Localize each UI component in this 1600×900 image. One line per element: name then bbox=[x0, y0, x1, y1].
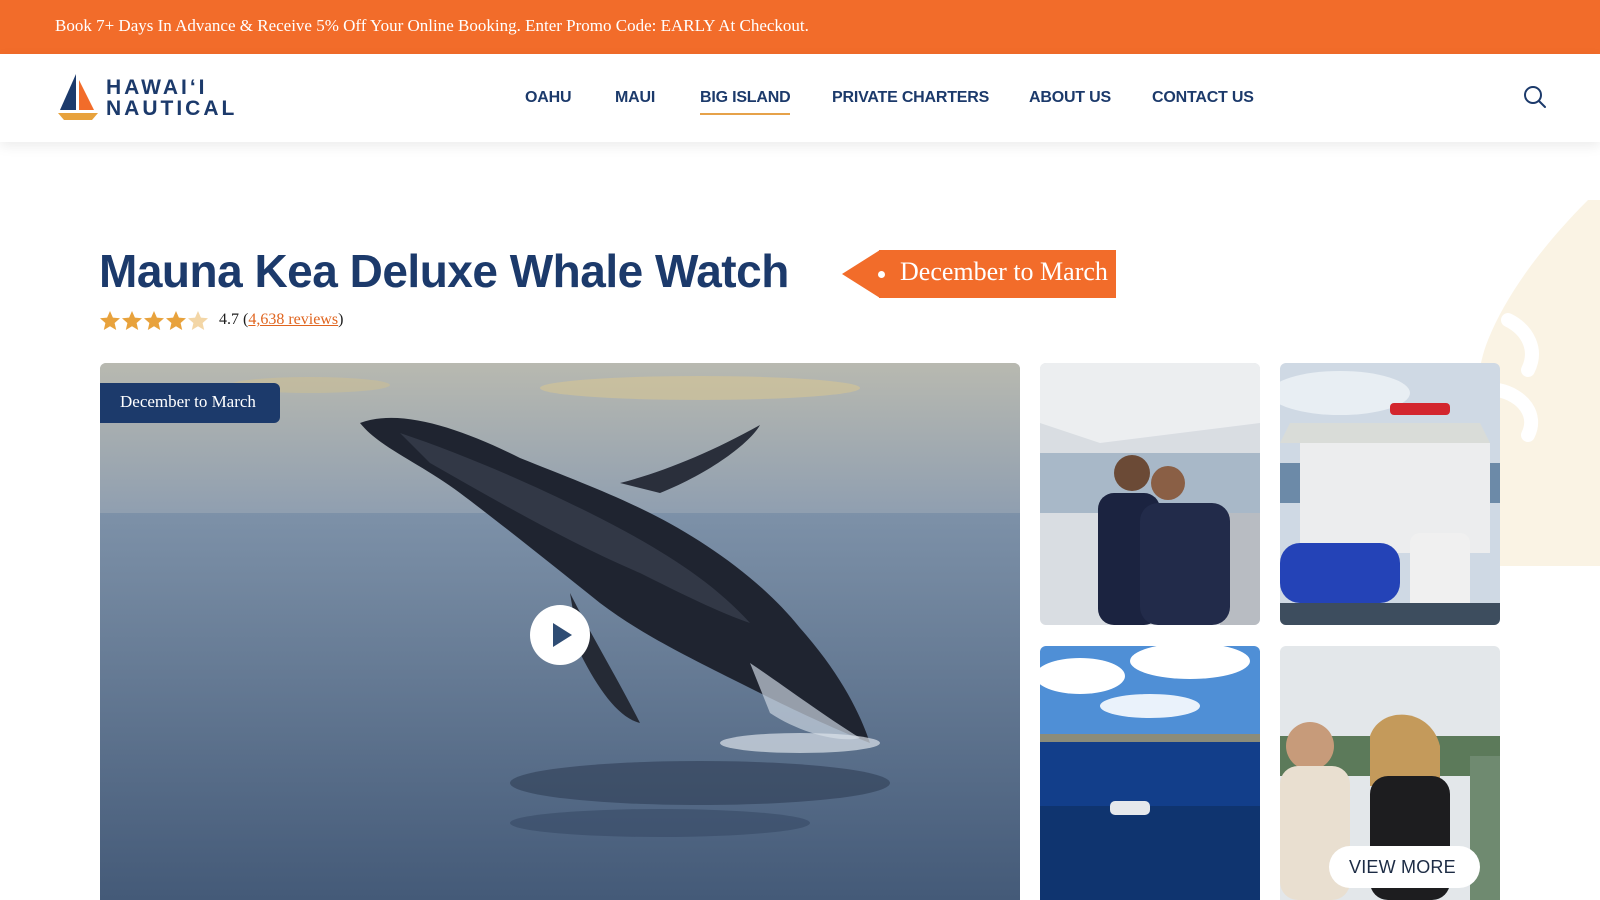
nav-item-about-us[interactable]: ABOUT US bbox=[1029, 89, 1111, 107]
photo-season-badge-text: December to March bbox=[120, 392, 256, 411]
view-more-label: VIEW MORE bbox=[1349, 857, 1456, 877]
reviews-link[interactable]: 4,638 reviews bbox=[248, 311, 338, 328]
crew-photo bbox=[1040, 363, 1260, 625]
promo-banner: Book 7+ Days In Advance & Receive 5% Off… bbox=[0, 0, 1600, 54]
site-header: HAWAI‘I NAUTICAL OAHU MAUI BIG ISLAND PR… bbox=[0, 54, 1600, 142]
boat-photo bbox=[1280, 363, 1500, 625]
brand-logo[interactable]: HAWAI‘I NAUTICAL bbox=[56, 72, 256, 126]
season-tag-dot bbox=[878, 271, 885, 278]
sailboat-logo-icon bbox=[58, 74, 98, 120]
brand-name-line1: HAWAI‘I bbox=[106, 76, 208, 99]
search-icon[interactable] bbox=[1522, 84, 1548, 110]
tour-title: Mauna Kea Deluxe Whale Watch bbox=[99, 245, 789, 297]
gallery-thumb-ocean[interactable] bbox=[1040, 646, 1260, 900]
brand-name-line2: NAUTICAL bbox=[106, 97, 238, 120]
nav-item-oahu[interactable]: OAHU bbox=[525, 89, 572, 107]
nav-item-big-island[interactable]: BIG ISLAND bbox=[700, 89, 791, 115]
nav-item-contact-us[interactable]: CONTACT US bbox=[1152, 89, 1254, 107]
promo-text: Book 7+ Days In Advance & Receive 5% Off… bbox=[55, 16, 809, 35]
gallery-thumb-crew[interactable] bbox=[1040, 363, 1260, 625]
rating-score: 4.7 bbox=[219, 311, 239, 328]
season-tag-text: December to March bbox=[900, 257, 1108, 286]
rating-summary: 4.7 (4,638 reviews) bbox=[219, 311, 344, 328]
ocean-aerial-photo bbox=[1040, 646, 1260, 900]
gallery-thumb-boat[interactable] bbox=[1280, 363, 1500, 625]
play-video-button[interactable] bbox=[530, 605, 590, 665]
nav-item-maui[interactable]: MAUI bbox=[615, 89, 655, 107]
star-rating-icon bbox=[100, 311, 208, 330]
nav-item-private-charters[interactable]: PRIVATE CHARTERS bbox=[832, 89, 989, 107]
